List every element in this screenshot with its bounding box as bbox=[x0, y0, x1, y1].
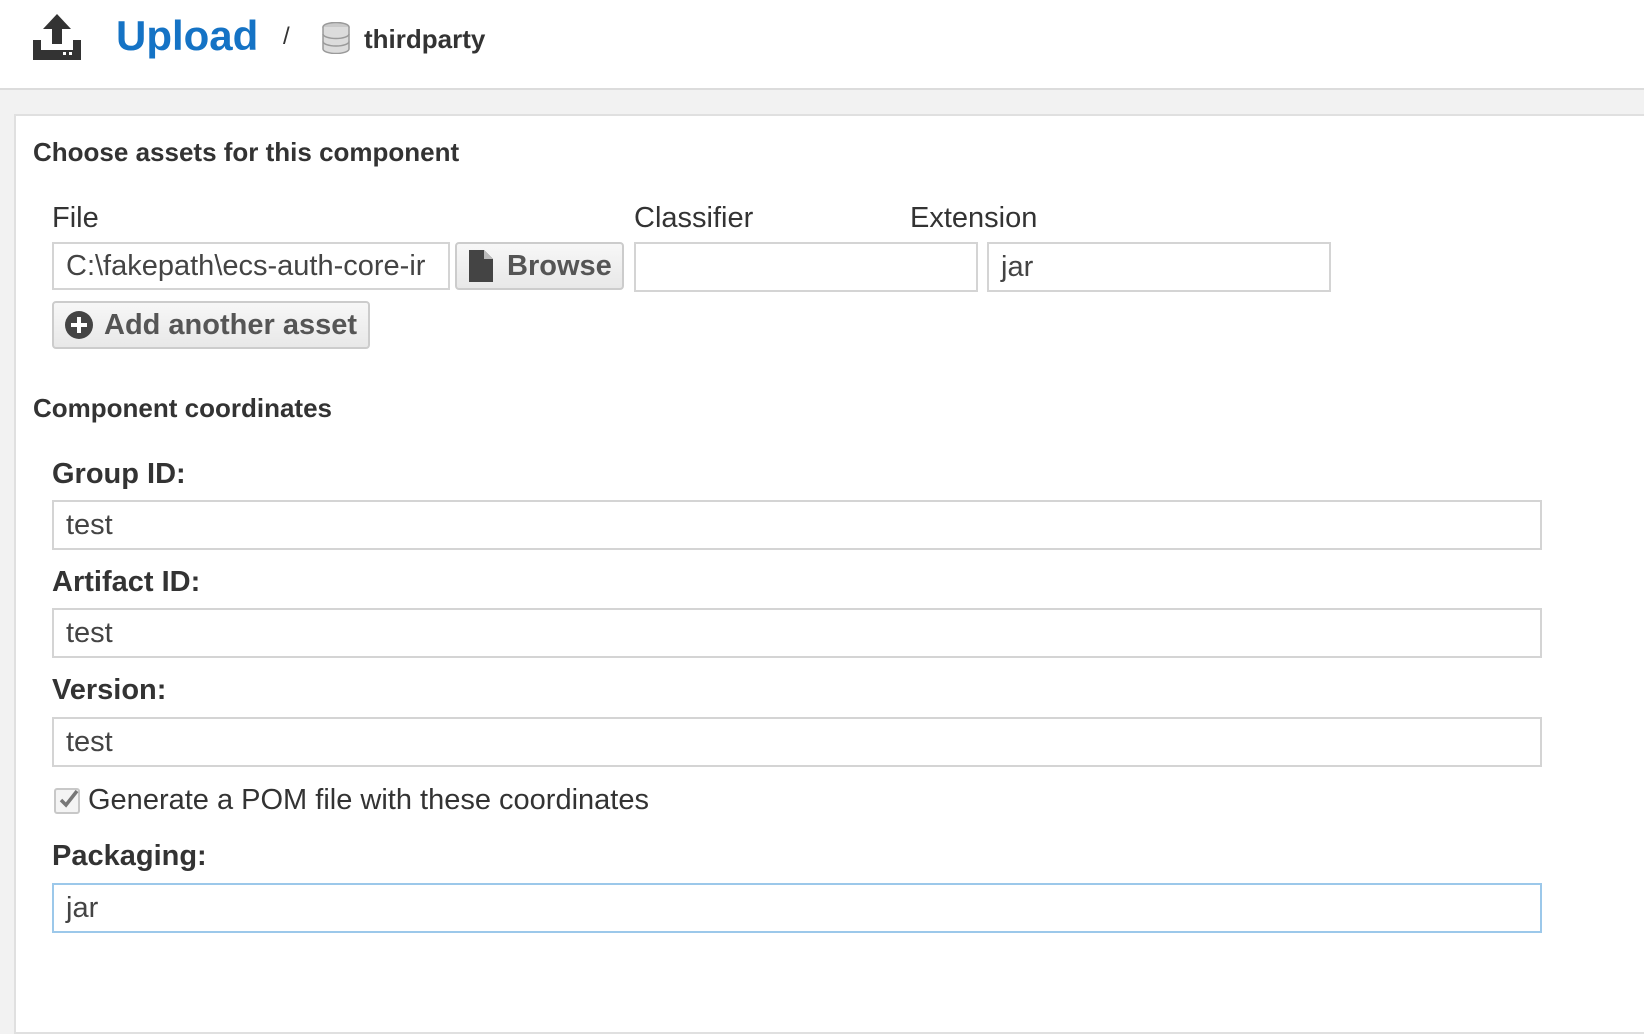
file-label: File bbox=[52, 202, 99, 234]
database-icon bbox=[322, 22, 350, 54]
generate-pom-checkbox[interactable] bbox=[54, 788, 80, 814]
packaging-label: Packaging: bbox=[52, 840, 207, 872]
upload-form-panel: Choose assets for this component File Cl… bbox=[14, 114, 1644, 1034]
browse-label: Browse bbox=[507, 250, 612, 282]
page-header: Upload / thirdparty bbox=[0, 0, 1644, 90]
version-input[interactable]: test bbox=[52, 717, 1542, 767]
extension-input[interactable]: jar bbox=[987, 242, 1331, 292]
upload-icon bbox=[33, 14, 81, 60]
classifier-input[interactable] bbox=[634, 242, 978, 292]
browse-button[interactable]: Browse bbox=[455, 242, 624, 290]
group-id-input[interactable]: test bbox=[52, 500, 1542, 550]
packaging-input[interactable]: jar bbox=[52, 883, 1542, 933]
add-asset-button[interactable]: Add another asset bbox=[52, 301, 370, 349]
generate-pom-label[interactable]: Generate a POM file with these coordinat… bbox=[88, 782, 649, 818]
group-id-label: Group ID: bbox=[52, 458, 186, 490]
assets-section-title: Choose assets for this component bbox=[33, 137, 460, 167]
page-title[interactable]: Upload bbox=[116, 10, 258, 62]
artifact-id-input[interactable]: test bbox=[52, 608, 1542, 658]
checkmark-icon bbox=[59, 789, 79, 808]
file-path-field[interactable]: C:\fakepath\ecs-auth-core-ir bbox=[52, 242, 450, 290]
plus-circle-icon bbox=[65, 311, 93, 339]
version-label: Version: bbox=[52, 674, 167, 706]
classifier-label: Classifier bbox=[634, 202, 754, 234]
file-icon bbox=[469, 250, 493, 282]
breadcrumb-separator: / bbox=[283, 23, 290, 50]
coordinates-section-title: Component coordinates bbox=[33, 393, 333, 423]
extension-label: Extension bbox=[910, 202, 1038, 234]
artifact-id-label: Artifact ID: bbox=[52, 566, 201, 598]
breadcrumb-repository[interactable]: thirdparty bbox=[364, 22, 485, 56]
add-asset-label: Add another asset bbox=[104, 309, 357, 341]
